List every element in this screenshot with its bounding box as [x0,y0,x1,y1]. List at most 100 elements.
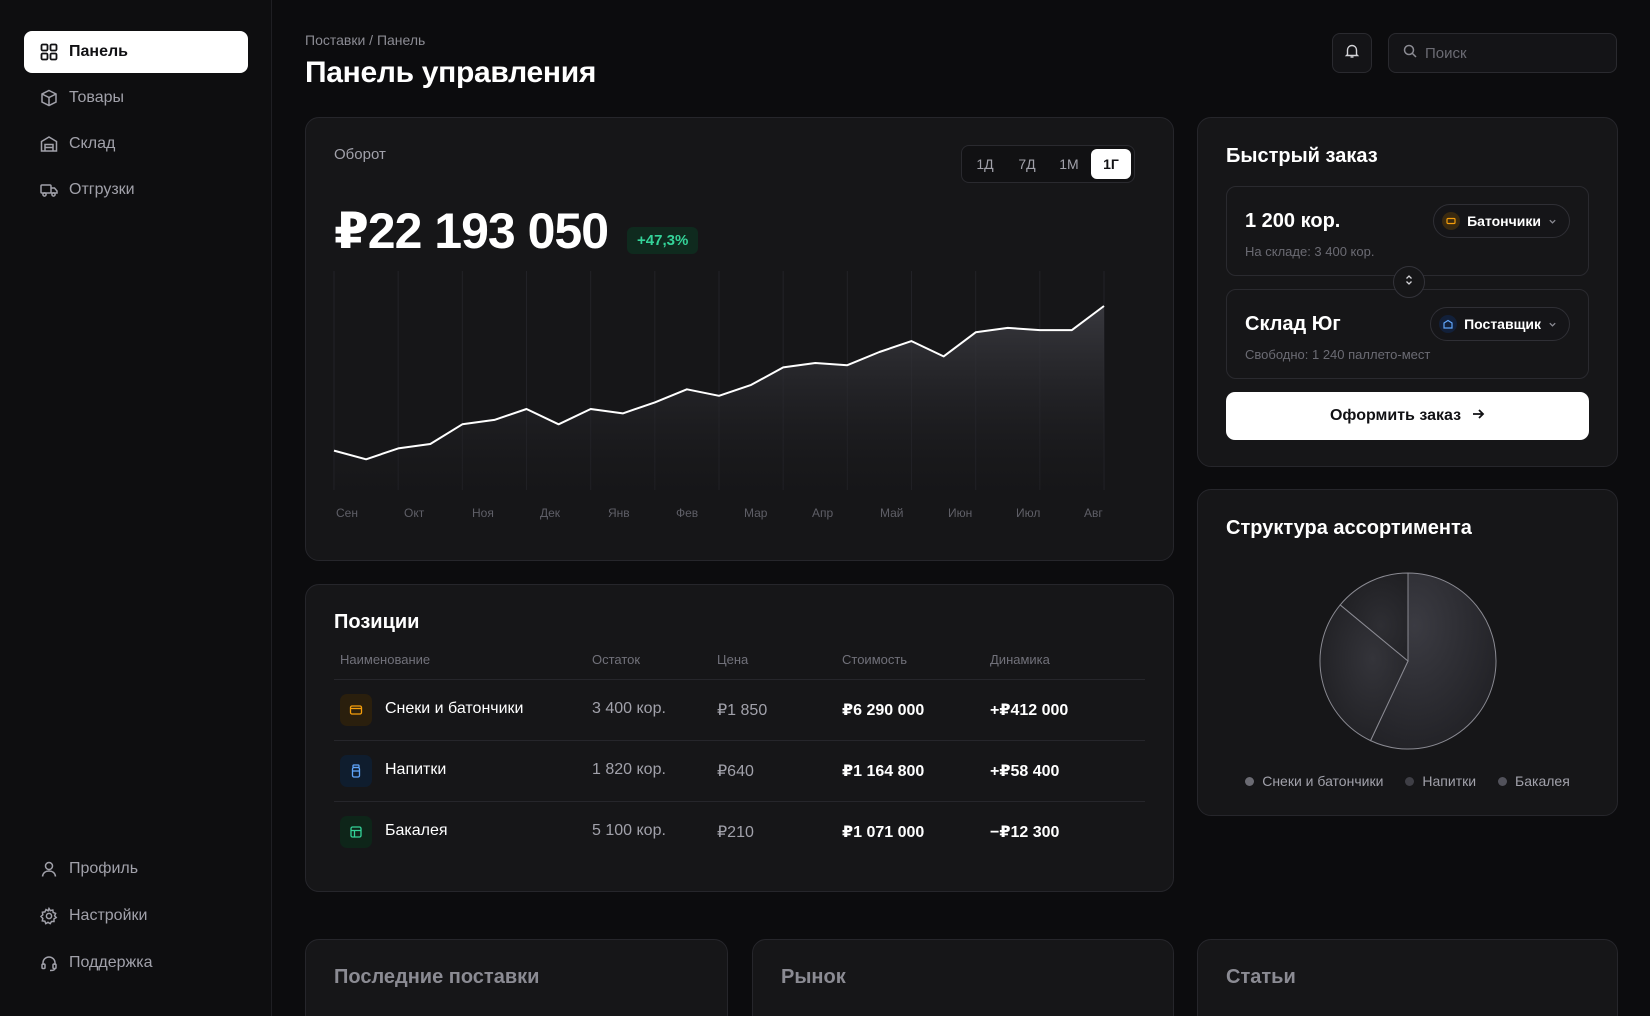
cell-name: Снеки и батончики [385,700,524,717]
headset-icon [39,953,59,973]
legend-item: Снеки и батончики [1245,773,1383,789]
cell-name: Бакалея [385,822,448,839]
turnover-card: Сен Окт Ноя Дек Янв Фев Мар Апр Май Июн Июл Авг Обо… [305,117,1174,561]
legend-label: Бакалея [1515,773,1570,789]
sidebar-item-label: Отгрузки [69,181,135,198]
recent-deliveries-title: Последние поставки [334,966,540,988]
cell-cost: ₽1 071 000 [842,824,925,841]
cell-name: Напитки [385,761,447,778]
sidebar-item-label: Настройки [69,907,148,924]
x-tick-label: Мар [744,506,768,520]
table-row[interactable]: Напитки 1 820 кор. ₽640 ₽1 164 800 +₽58 … [306,741,1173,801]
pie-legend: Снеки и батончики Напитки Бакалея [1198,773,1617,789]
box-icon [39,88,59,108]
sidebar-item-label: Профиль [69,860,139,877]
recent-deliveries-card: Последние поставки [305,939,728,1016]
supplier-select-label: Поставщик [1464,316,1541,332]
table-row[interactable]: Бакалея 5 100 кор. ₽210 ₽1 071 000 −₽12 … [306,802,1173,862]
user-icon [39,859,59,879]
cell-dynamics: +₽412 000 [990,702,1069,719]
warehouse-icon [39,134,59,154]
column-header-price[interactable]: Цена [717,652,748,667]
x-tick-label: Май [880,506,904,520]
legend-label: Снеки и батончики [1262,773,1384,789]
assortment-card: Структура ассортимента Снеки и батончики… [1197,489,1618,816]
amount-field[interactable]: 1 200 кор. На складе: 3 400 кор. Батончи… [1226,186,1589,276]
swap-button[interactable] [1393,266,1425,298]
range-selector: 1Д 7Д 1М 1Г [961,145,1135,183]
legend-dot [1245,776,1255,786]
cell-price: ₽210 [717,824,754,841]
legend-label: Напитки [1422,773,1477,789]
x-tick-label: Июл [1016,506,1040,520]
warehouse-value: Склад Юг [1245,313,1341,335]
column-header-cost[interactable]: Стоимость [842,652,907,667]
legend-dot [1405,776,1415,786]
cell-stock: 5 100 кор. [592,822,666,839]
grid-icon [39,42,59,62]
bottle-icon [340,755,372,787]
cell-price: ₽640 [717,763,754,780]
turnover-value: ₽22 193 050 [334,203,609,259]
table-row[interactable]: Снеки и батончики 3 400 кор. ₽1 850 ₽6 2… [306,680,1173,740]
product-select-label: Батончики [1467,213,1541,229]
sidebar-item-profile[interactable]: Профиль [24,848,248,890]
warehouse-field[interactable]: Склад Юг Свободно: 1 240 паллето-мест По… [1226,289,1589,379]
x-tick-label: Сен [336,506,358,520]
truck-icon [39,180,59,200]
cell-cost: ₽6 290 000 [842,702,925,719]
x-tick-label: Апр [812,506,834,520]
legend-dot [1498,776,1508,786]
cell-stock: 1 820 кор. [592,761,666,778]
range-1d-button[interactable]: 1Д [965,149,1005,179]
sidebar-item-label: Товары [69,89,125,106]
sidebar-item-shipments[interactable]: Отгрузки [24,169,248,211]
x-tick-label: Июн [948,506,972,520]
x-tick-label: Окт [404,506,425,520]
turnover-delta-badge: +47,3% [627,227,699,254]
legend-item: Бакалея [1498,773,1570,789]
range-1y-button[interactable]: 1Г [1091,149,1131,179]
notifications-button[interactable] [1332,33,1372,73]
cell-stock: 3 400 кор. [592,700,666,717]
quick-order-card: Быстрый заказ 1 200 кор. На складе: 3 40… [1197,117,1618,467]
quick-order-title: Быстрый заказ [1226,145,1378,167]
turnover-chart: Сен Окт Ноя Дек Янв Фев Мар Апр Май Июн Июл Авг [333,271,1105,520]
warehouse-icon [1439,315,1458,333]
search-icon [1403,44,1417,63]
sidebar-item-settings[interactable]: Настройки [24,895,248,937]
sidebar-item-panel[interactable]: Панель [24,31,248,73]
x-tick-label: Ноя [472,506,494,520]
articles-title: Статьи [1226,966,1296,988]
amount-value: 1 200 кор. [1245,210,1341,232]
search-box[interactable] [1388,33,1617,73]
x-tick-label: Дек [540,506,561,520]
column-header-name[interactable]: Наименование [340,652,430,667]
sidebar-item-support[interactable]: Поддержка [24,942,248,984]
sidebar-item-products[interactable]: Товары [24,77,248,119]
sidebar-item-warehouse[interactable]: Склад [24,123,248,165]
warehouse-hint: Свободно: 1 240 паллето-мест [1245,347,1431,362]
chevron-down-icon [1548,316,1557,332]
supplier-select[interactable]: Поставщик [1430,307,1570,341]
amount-hint: На складе: 3 400 кор. [1245,244,1375,259]
cell-dynamics: −₽12 300 [990,824,1060,841]
bell-icon [1344,43,1360,64]
column-header-stock[interactable]: Остаток [592,652,640,667]
positions-card: Позиции Наименование Остаток Цена Стоимо… [305,584,1174,892]
arrow-right-icon [1471,407,1485,426]
column-header-dynamics[interactable]: Динамика [990,652,1050,667]
cell-price: ₽1 850 [717,702,768,719]
place-order-label: Оформить заказ [1329,407,1462,424]
range-7d-button[interactable]: 7Д [1007,149,1047,179]
swap-vertical-icon [1403,273,1415,291]
search-input[interactable] [1425,44,1605,62]
gear-icon [39,906,59,926]
positions-title: Позиции [334,611,420,633]
cell-dynamics: +₽58 400 [990,763,1060,780]
range-1m-button[interactable]: 1М [1049,149,1089,179]
product-select[interactable]: Батончики [1433,204,1570,238]
place-order-button[interactable]: Оформить заказ [1226,392,1589,440]
articles-card: Статьи [1197,939,1618,1016]
table-header: Наименование Остаток Цена Стоимость Дина… [306,652,1173,676]
